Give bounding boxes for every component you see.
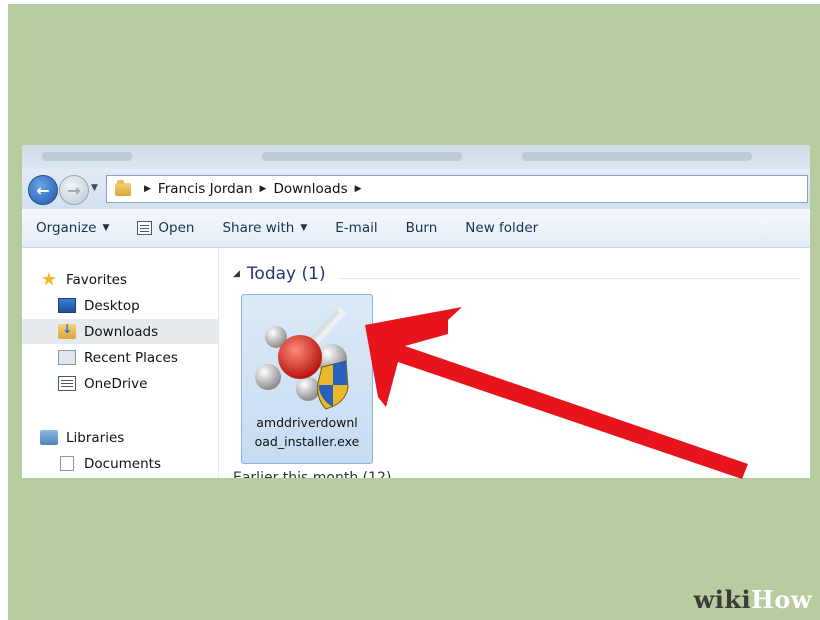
sidebar-item-favorites[interactable]: ★ Favorites — [22, 267, 218, 292]
blurred-tab — [522, 152, 752, 161]
history-dropdown-icon[interactable]: ▼ — [91, 183, 98, 193]
group-header-today[interactable]: ◢ Today (1) — [233, 264, 326, 284]
blurred-tab — [262, 152, 462, 161]
breadcrumb-user[interactable]: Francis Jordan — [158, 181, 253, 197]
sidebar-item-libraries[interactable]: Libraries — [22, 425, 218, 450]
forward-arrow-icon: → — [67, 180, 81, 200]
sidebar-item-label: OneDrive — [84, 375, 148, 392]
breadcrumb-chevron-icon[interactable]: ▶ — [144, 184, 151, 194]
group-header-label: Today (1) — [246, 264, 326, 284]
new-folder-button[interactable]: New folder — [451, 209, 552, 247]
chevron-down-icon: ▼ — [102, 223, 110, 233]
desktop-icon — [58, 298, 76, 313]
sidebar-item-label: Downloads — [84, 323, 159, 340]
organize-label: Organize — [36, 220, 97, 236]
new-folder-label: New folder — [465, 220, 539, 236]
installer-molecule-icon — [255, 307, 349, 410]
sidebar-item-label: Desktop — [84, 297, 140, 314]
navigation-pane: ★ Favorites Desktop Downloads Recent Pla… — [22, 248, 219, 478]
share-with-button[interactable]: Share with ▼ — [208, 209, 321, 247]
email-button[interactable]: E-mail — [321, 209, 391, 247]
wikihow-watermark: wikiHow — [630, 568, 820, 620]
recent-places-icon — [58, 350, 76, 365]
sidebar-item-downloads[interactable]: Downloads — [22, 319, 218, 344]
sidebar-item-label: Recent Places — [84, 349, 178, 366]
group-divider — [339, 278, 800, 279]
command-bar: Organize ▼ Open Share with ▼ E-mail Burn… — [22, 209, 810, 248]
file-name-line-2: oad_installer.exe — [254, 434, 360, 449]
sidebar-item-label: Favorites — [66, 271, 127, 288]
navigation-bar: ← → ▼ ▶ Francis Jordan ▶ Downloads ▶ — [22, 169, 810, 209]
sidebar-item-documents[interactable]: Documents — [22, 451, 218, 476]
back-button[interactable]: ← — [28, 175, 58, 205]
back-arrow-icon: ← — [36, 180, 50, 200]
blurred-tab — [42, 152, 132, 161]
star-icon: ★ — [40, 269, 58, 290]
libraries-icon — [40, 430, 58, 445]
open-button[interactable]: Open — [123, 209, 208, 247]
forward-button[interactable]: → — [59, 175, 89, 205]
share-with-label: Share with — [222, 220, 295, 236]
breadcrumb-downloads[interactable]: Downloads — [273, 181, 347, 197]
sidebar-item-label: Documents — [84, 455, 161, 472]
breadcrumb-chevron-icon[interactable]: ▶ — [355, 184, 362, 194]
open-label: Open — [158, 220, 195, 236]
burn-label: Burn — [405, 220, 438, 236]
organize-button[interactable]: Organize ▼ — [22, 209, 123, 247]
collapse-triangle-icon: ◢ — [233, 269, 240, 279]
window-title-strip — [22, 145, 810, 169]
sidebar-item-onedrive[interactable]: OneDrive — [22, 371, 218, 396]
file-item-amd-installer[interactable]: amddriverdownl oad_installer.exe — [241, 294, 373, 464]
onedrive-icon — [58, 376, 76, 391]
explorer-window: ← → ▼ ▶ Francis Jordan ▶ Downloads ▶ Org… — [22, 145, 810, 478]
open-icon — [137, 221, 153, 235]
folder-icon — [115, 179, 131, 196]
sidebar-item-label: Libraries — [66, 429, 125, 446]
downloads-folder-icon — [58, 322, 76, 339]
sidebar-item-recent-places[interactable]: Recent Places — [22, 345, 218, 370]
chevron-down-icon: ▼ — [300, 223, 308, 233]
sidebar-item-desktop[interactable]: Desktop — [22, 293, 218, 318]
file-name-line-1: amddriverdownl — [256, 415, 358, 430]
documents-icon — [60, 456, 74, 471]
burn-button[interactable]: Burn — [392, 209, 452, 247]
file-list: ◢ Today (1) amddriverdownl oad_installer… — [219, 248, 810, 478]
address-bar[interactable]: ▶ Francis Jordan ▶ Downloads ▶ — [106, 175, 808, 203]
group-header-earlier[interactable]: Earlier this month (12) — [233, 470, 391, 478]
breadcrumb-chevron-icon[interactable]: ▶ — [260, 184, 267, 194]
wikihow-logo: wikiHow — [693, 585, 812, 614]
email-label: E-mail — [335, 220, 378, 236]
file-name: amddriverdownl oad_installer.exe — [246, 413, 368, 451]
